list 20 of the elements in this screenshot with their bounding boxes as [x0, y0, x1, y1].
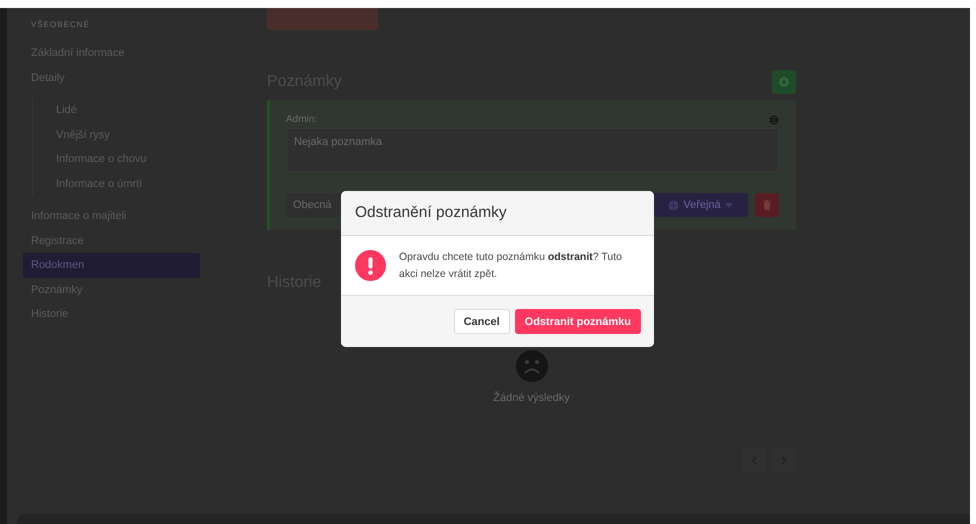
empty-message: Žádné výsledky — [493, 392, 570, 404]
dialog-message: Opravdu chcete tuto poznámku odstranit? Tuto akci nelze vrátit zpět. — [399, 250, 623, 282]
delete-confirm-button[interactable]: Odstranit poznámku — [514, 309, 641, 334]
caret-icon — [724, 202, 733, 208]
sidebar-item[interactable]: Rodokmen — [23, 253, 200, 278]
cancel-button[interactable]: Cancel — [454, 309, 510, 334]
dialog-title: Odstranění poznámky — [355, 204, 507, 222]
plus-circle-icon — [779, 77, 789, 87]
note-author: Admin: — [286, 114, 318, 125]
add-button[interactable] — [772, 70, 796, 94]
trash-icon — [763, 200, 771, 210]
exclamation-circle-icon — [355, 250, 386, 281]
globe-icon — [668, 200, 680, 210]
sidebar-heading: VŠEOBECNÉ — [30, 19, 91, 31]
visibility-button[interactable]: Veřejná — [653, 193, 748, 217]
delete-button[interactable] — [755, 193, 779, 217]
partial-button[interactable] — [267, 8, 378, 30]
globe-icon — [769, 114, 779, 124]
note-text-field[interactable]: Nejaka poznamka — [286, 128, 779, 172]
sad-face-icon — [516, 350, 548, 382]
